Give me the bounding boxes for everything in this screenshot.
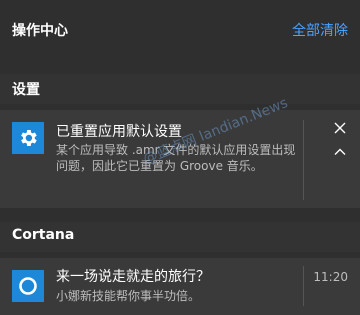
group-header-settings[interactable]: 设置 bbox=[0, 74, 360, 104]
chevron-up-icon[interactable] bbox=[332, 144, 348, 160]
notification-cortana[interactable]: 来一场说走就走的旅行？ 小娜新技能帮你事半功倍。 11:20 bbox=[0, 258, 360, 315]
cortana-circle-icon bbox=[12, 270, 44, 302]
action-center-header: 操作中心 全部清除 bbox=[0, 0, 360, 58]
clear-all-link[interactable]: 全部清除 bbox=[292, 20, 348, 40]
notification-body: 小娜新技能帮你事半功倍。 bbox=[56, 289, 201, 303]
group-name-cortana: Cortana bbox=[12, 227, 75, 243]
gear-icon bbox=[12, 122, 44, 154]
notification-time: 11:20 bbox=[313, 270, 348, 284]
action-center-panel: 操作中心 全部清除 设置 已重置应用默认设置 某个应用导致 .amr 文件的默认… bbox=[0, 0, 360, 315]
notification-divider bbox=[303, 120, 304, 200]
notification-settings[interactable]: 已重置应用默认设置 某个应用导致 .amr 文件的默认应用设置出现问题，因此它已… bbox=[0, 110, 360, 208]
group-header-cortana[interactable]: Cortana bbox=[0, 222, 360, 252]
notification-title: 已重置应用默认设置 bbox=[56, 124, 182, 140]
notification-title: 来一场说走就走的旅行？ bbox=[56, 269, 210, 285]
group-name-settings: 设置 bbox=[12, 82, 40, 98]
close-icon[interactable] bbox=[332, 120, 348, 136]
action-center-title: 操作中心 bbox=[12, 23, 68, 39]
notification-divider bbox=[303, 266, 304, 306]
notification-body: 某个应用导致 .amr 文件的默认应用设置出现问题，因此它已重置为 Groove… bbox=[56, 143, 296, 173]
